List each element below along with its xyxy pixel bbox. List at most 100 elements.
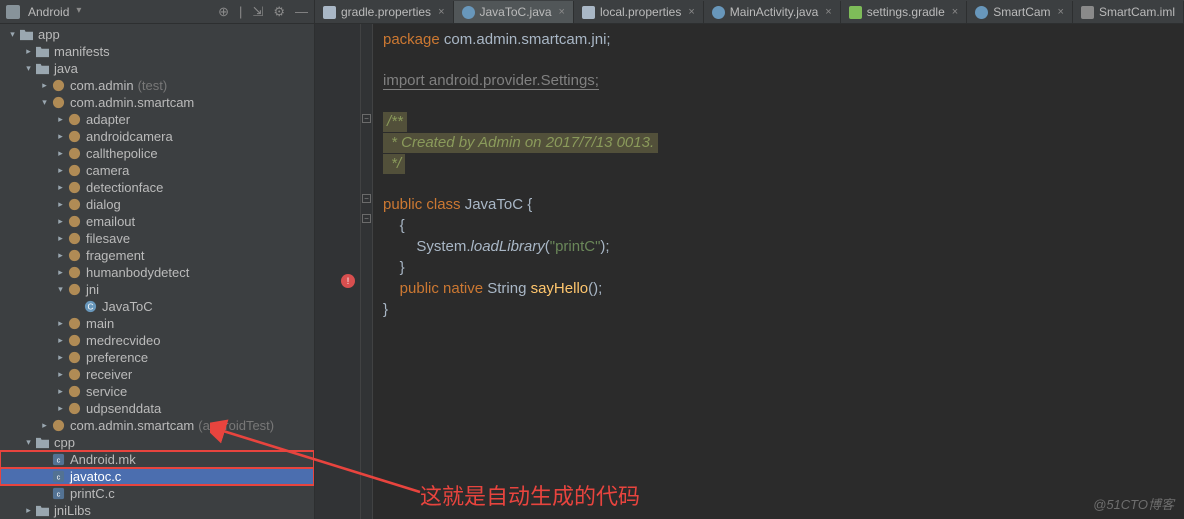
tree-node-adapter[interactable]: ▸adapter bbox=[0, 111, 314, 128]
tab-smartcam[interactable]: SmartCam× bbox=[967, 1, 1073, 23]
collapse-icon[interactable]: ⇲ bbox=[252, 4, 263, 20]
tree-node-com-admin-smartcam[interactable]: ▾com.admin.smartcam bbox=[0, 94, 314, 111]
expand-arrow-icon[interactable]: ▸ bbox=[54, 352, 67, 363]
expand-arrow-icon[interactable]: ▸ bbox=[54, 318, 67, 329]
tab-settings-gradle[interactable]: settings.gradle × bbox=[841, 1, 967, 23]
expand-arrow-icon[interactable]: ▸ bbox=[54, 131, 67, 142]
close-icon[interactable]: × bbox=[559, 6, 565, 18]
tree-node-cpp[interactable]: ▾cpp bbox=[0, 434, 314, 451]
pkg-icon bbox=[67, 248, 82, 263]
project-view-dropdown[interactable]: Android bbox=[24, 3, 81, 21]
tree-node-filesave[interactable]: ▸filesave bbox=[0, 230, 314, 247]
expand-arrow-icon[interactable]: ▸ bbox=[54, 148, 67, 159]
expand-arrow-icon[interactable]: ▾ bbox=[38, 97, 51, 108]
tree-node-label: com.admin.smartcam bbox=[70, 418, 194, 433]
tree-node-javatoc-c[interactable]: cjavatoc.c bbox=[0, 468, 314, 485]
pkg-icon bbox=[67, 333, 82, 348]
tree-node-fragement[interactable]: ▸fragement bbox=[0, 247, 314, 264]
tree-node-label: receiver bbox=[86, 367, 132, 382]
tree-node-label: jni bbox=[86, 282, 99, 297]
hide-icon[interactable]: — bbox=[295, 4, 308, 20]
tree-node-service[interactable]: ▸service bbox=[0, 383, 314, 400]
expand-arrow-icon[interactable]: ▾ bbox=[22, 437, 35, 448]
tree-node-java[interactable]: ▾java bbox=[0, 60, 314, 77]
target-icon[interactable]: ⊕ bbox=[218, 4, 229, 20]
tab-label: settings.gradle bbox=[867, 5, 945, 19]
project-tree[interactable]: ▾app▸manifests▾java▸com.admin(test)▾com.… bbox=[0, 24, 314, 519]
tree-node-humanbodydetect[interactable]: ▸humanbodydetect bbox=[0, 264, 314, 281]
pkg-icon bbox=[67, 180, 82, 195]
expand-arrow-icon[interactable]: ▸ bbox=[54, 114, 67, 125]
folder-icon bbox=[35, 61, 50, 76]
tree-node-callthepolice[interactable]: ▸ callthepolice bbox=[0, 145, 314, 162]
expand-arrow-icon[interactable]: ▸ bbox=[54, 182, 67, 193]
close-icon[interactable]: × bbox=[952, 6, 958, 18]
tab-gradle-properties[interactable]: gradle.properties × bbox=[315, 1, 454, 23]
tree-node-main[interactable]: ▸main bbox=[0, 315, 314, 332]
tree-node-app[interactable]: ▾ app bbox=[0, 26, 314, 43]
gradle-file-icon bbox=[849, 6, 862, 19]
expand-arrow-icon[interactable]: ▸ bbox=[22, 505, 35, 516]
tree-node-emailout[interactable]: ▸emailout bbox=[0, 213, 314, 230]
expand-arrow-icon[interactable]: ▾ bbox=[6, 29, 19, 40]
tab-javatoc-java[interactable]: JavaToC.java× bbox=[454, 1, 574, 23]
tree-node-com-admin-smartcam[interactable]: ▸com.admin.smartcam(androidTest) bbox=[0, 417, 314, 434]
expand-arrow-icon[interactable]: ▸ bbox=[54, 403, 67, 414]
expand-arrow-icon[interactable]: ▸ bbox=[38, 80, 51, 91]
tree-node-preference[interactable]: ▸preference bbox=[0, 349, 314, 366]
expand-arrow-icon[interactable]: ▸ bbox=[54, 335, 67, 346]
expand-arrow-icon[interactable]: ▸ bbox=[54, 267, 67, 278]
tree-node-dialog[interactable]: ▸dialog bbox=[0, 196, 314, 213]
fold-toggle[interactable]: − bbox=[362, 194, 371, 203]
expand-arrow-icon[interactable]: ▾ bbox=[54, 284, 67, 295]
expand-arrow-icon[interactable]: ▸ bbox=[38, 420, 51, 431]
expand-arrow-icon[interactable]: ▸ bbox=[54, 369, 67, 380]
tree-node-receiver[interactable]: ▸ receiver bbox=[0, 366, 314, 383]
c-icon: c bbox=[51, 469, 66, 484]
expand-arrow-icon[interactable]: ▸ bbox=[54, 216, 67, 227]
close-icon[interactable]: × bbox=[1058, 6, 1064, 18]
code-editor[interactable]: ! − − − package com.admin.smartcam.jni; … bbox=[315, 24, 1184, 519]
editor-tabs[interactable]: gradle.properties×JavaToC.java×local.pro… bbox=[315, 0, 1184, 24]
tree-node-com-admin[interactable]: ▸com.admin(test) bbox=[0, 77, 314, 94]
tree-node-medrecvideo[interactable]: ▸medrecvideo bbox=[0, 332, 314, 349]
pkg-icon bbox=[51, 95, 66, 110]
fold-column: − − − bbox=[361, 24, 373, 519]
tree-node-jnilibs[interactable]: ▸ jniLibs bbox=[0, 502, 314, 519]
expand-arrow-icon[interactable]: ▸ bbox=[54, 386, 67, 397]
expand-arrow-icon[interactable]: ▸ bbox=[22, 46, 35, 57]
tree-node-javatoc[interactable]: CJavaToC bbox=[0, 298, 314, 315]
gear-icon[interactable]: ⚙ bbox=[273, 4, 285, 20]
expand-arrow-icon[interactable]: ▸ bbox=[54, 199, 67, 210]
tree-node-label: callthepolice bbox=[86, 146, 158, 161]
iml-file-icon bbox=[1081, 6, 1094, 19]
expand-arrow-icon[interactable]: ▸ bbox=[54, 233, 67, 244]
tree-node-camera[interactable]: ▸camera bbox=[0, 162, 314, 179]
fold-toggle[interactable]: − bbox=[362, 114, 371, 123]
tree-node-udpsenddata[interactable]: ▸udpsenddata bbox=[0, 400, 314, 417]
tree-node-detectionface[interactable]: ▸detectionface bbox=[0, 179, 314, 196]
c-icon: c bbox=[51, 452, 66, 467]
expand-arrow-icon[interactable]: ▸ bbox=[54, 165, 67, 176]
tree-node-manifests[interactable]: ▸manifests bbox=[0, 43, 314, 60]
close-icon[interactable]: × bbox=[438, 6, 444, 18]
expand-arrow-icon[interactable]: ▸ bbox=[54, 250, 67, 261]
fold-toggle[interactable]: − bbox=[362, 214, 371, 223]
tree-node-androidcamera[interactable]: ▸androidcamera bbox=[0, 128, 314, 145]
close-icon[interactable]: × bbox=[825, 6, 831, 18]
tab-local-properties[interactable]: local.properties× bbox=[574, 1, 704, 23]
tab-smartcam-iml[interactable]: SmartCam.iml bbox=[1073, 1, 1184, 23]
tree-node-suffix: (test) bbox=[138, 78, 168, 93]
tab-label: gradle.properties bbox=[341, 5, 431, 19]
tree-node-label: app bbox=[38, 27, 60, 42]
code-content[interactable]: package com.admin.smartcam.jni; import a… bbox=[373, 24, 658, 519]
pkg-icon bbox=[67, 282, 82, 297]
intention-bulb-icon[interactable]: ! bbox=[341, 274, 355, 288]
tree-node-printc-c[interactable]: cprintC.c bbox=[0, 485, 314, 502]
close-icon[interactable]: × bbox=[688, 6, 694, 18]
expand-arrow-icon[interactable]: ▾ bbox=[22, 63, 35, 74]
tree-node-label: jniLibs bbox=[54, 503, 91, 518]
tab-mainactivity-java[interactable]: MainActivity.java× bbox=[704, 1, 841, 23]
tree-node-jni[interactable]: ▾ jni bbox=[0, 281, 314, 298]
tree-node-android-mk[interactable]: cAndroid.mk bbox=[0, 451, 314, 468]
